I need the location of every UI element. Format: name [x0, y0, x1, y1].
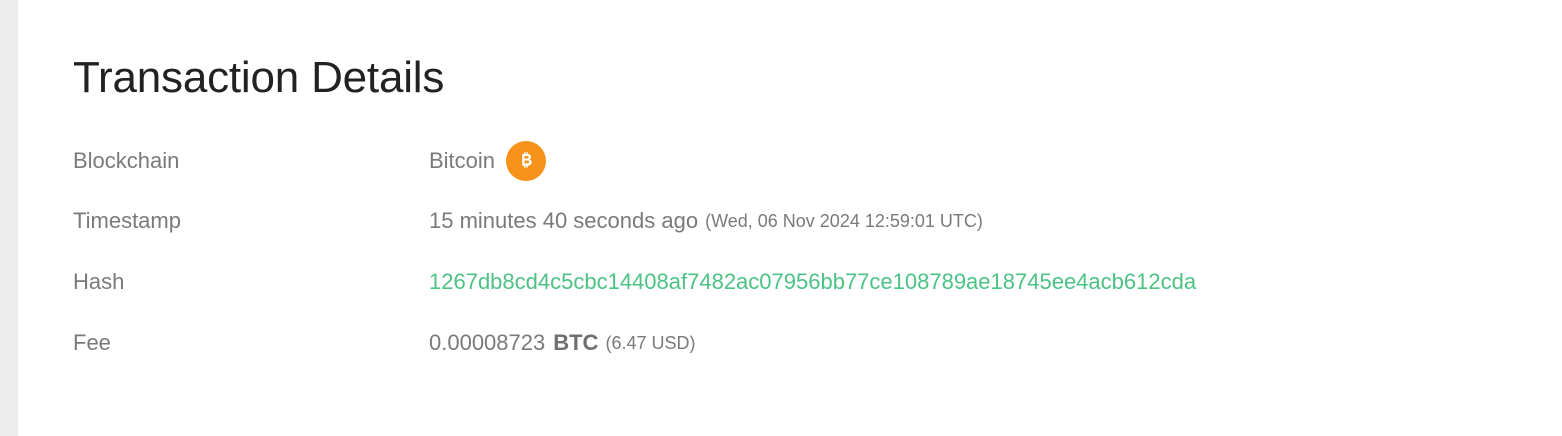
detail-row-hash: Hash 1267db8cd4c5cbc14408af7482ac07956bb… — [73, 266, 1473, 298]
transaction-details-card: Transaction Details Blockchain Bitcoin T… — [18, 0, 1562, 436]
detail-row-blockchain: Blockchain Bitcoin — [73, 141, 1473, 181]
hash-label: Hash — [73, 269, 125, 294]
timestamp-relative: 15 minutes 40 seconds ago — [429, 208, 699, 233]
fee-value: 0.00008723 BTC (6.47 USD) — [429, 330, 695, 356]
transaction-hash-link[interactable]: 1267db8cd4c5cbc14408af7482ac07956bb77ce1… — [429, 269, 1196, 295]
fee-amount: 0.00008723 — [429, 330, 546, 355]
blockchain-value: Bitcoin — [429, 141, 547, 181]
fee-label: Fee — [73, 330, 111, 355]
timestamp-label: Timestamp — [73, 208, 181, 233]
page-title: Transaction Details — [73, 53, 445, 102]
timestamp-value: 15 minutes 40 seconds ago (Wed, 06 Nov 2… — [429, 208, 983, 234]
bitcoin-icon — [506, 141, 547, 181]
fee-unit: BTC — [553, 330, 599, 355]
fee-usd: (6.47 USD) — [605, 332, 696, 353]
detail-row-timestamp: Timestamp 15 minutes 40 seconds ago (Wed… — [73, 205, 1473, 237]
detail-row-fee: Fee 0.00008723 BTC (6.47 USD) — [73, 327, 1473, 359]
timestamp-absolute: (Wed, 06 Nov 2024 12:59:01 UTC) — [705, 210, 983, 231]
blockchain-label: Blockchain — [73, 148, 180, 173]
hash-value: 1267db8cd4c5cbc14408af7482ac07956bb77ce1… — [429, 269, 1196, 295]
blockchain-name: Bitcoin — [429, 148, 496, 173]
